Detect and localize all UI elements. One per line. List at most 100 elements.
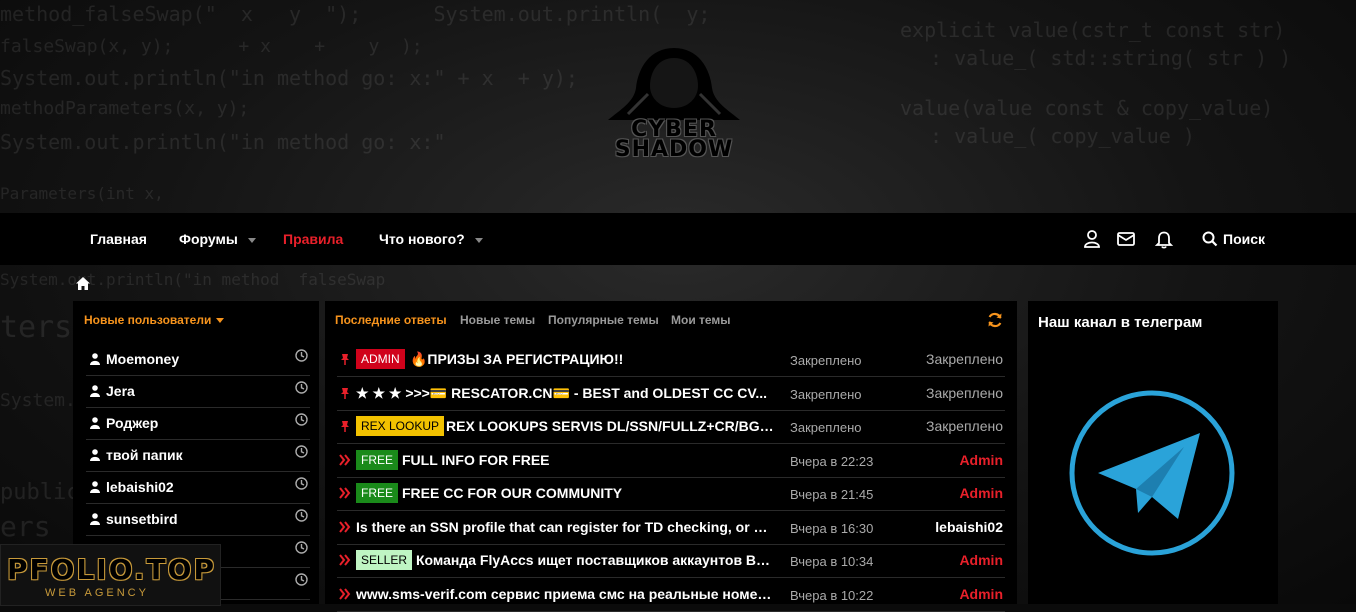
double-chevron-right-icon bbox=[339, 487, 351, 499]
new-users-dropdown[interactable]: Новые пользователи bbox=[84, 313, 225, 327]
hooded-figure-icon bbox=[608, 48, 740, 120]
bell-icon[interactable] bbox=[1154, 229, 1174, 249]
thread-prefix-badge[interactable]: FREE bbox=[356, 483, 399, 503]
user-icon bbox=[90, 449, 100, 461]
user-row[interactable]: твой папик bbox=[86, 439, 310, 472]
new-users-title: Новые пользователи bbox=[84, 313, 212, 327]
watermark-badge: PFOLIO.TOP WEB AGENCY bbox=[0, 544, 221, 606]
search-label: Поиск bbox=[1223, 231, 1266, 247]
thread-title[interactable]: FREE CC FOR OUR COMMUNITY bbox=[402, 485, 777, 501]
clock-icon bbox=[295, 573, 308, 586]
clock-icon bbox=[295, 541, 308, 554]
clock-icon bbox=[295, 509, 308, 522]
user-icon bbox=[90, 417, 100, 429]
tab-new-threads[interactable]: Новые темы bbox=[460, 313, 535, 327]
thread-last-poster[interactable]: Admin bbox=[959, 586, 1003, 602]
thread-last-poster[interactable]: Закреплено bbox=[926, 418, 1003, 434]
thread-last-poster[interactable]: Admin bbox=[959, 452, 1003, 468]
pin-icon bbox=[341, 387, 349, 399]
thread-prefix-badge[interactable]: FREE bbox=[356, 449, 399, 470]
thread-last-poster[interactable]: Admin bbox=[959, 552, 1003, 568]
nav-rules[interactable]: Правила bbox=[283, 213, 343, 265]
logo-line-2: SHADOW bbox=[614, 137, 734, 162]
search-button[interactable]: Поиск bbox=[1202, 213, 1265, 265]
thread-row[interactable]: www.sms-verif.com сервис приема смс на р… bbox=[337, 578, 1005, 612]
chevron-down-icon[interactable] bbox=[474, 237, 483, 243]
double-chevron-right-icon bbox=[339, 587, 351, 600]
user-name[interactable]: lebaishi02 bbox=[106, 479, 174, 495]
user-name[interactable]: sunsetbird bbox=[106, 511, 178, 527]
thread-prefix-badge[interactable]: ADMIN bbox=[356, 349, 405, 369]
user-row[interactable]: Роджер bbox=[86, 407, 310, 440]
chevron-down-icon[interactable] bbox=[247, 237, 256, 243]
thread-title[interactable]: 🔥ПРИЗЫ ЗА РЕГИСТРАЦИЮ!! bbox=[410, 351, 777, 368]
thread-row[interactable]: FREE FULL INFO FOR FREE Вчера в 22:23 Admin bbox=[337, 444, 1005, 478]
thread-prefix-badge[interactable]: SELLER bbox=[356, 550, 413, 570]
user-name[interactable]: Jera bbox=[106, 383, 135, 399]
search-icon bbox=[1202, 231, 1218, 247]
thread-last-poster[interactable]: Закреплено bbox=[926, 385, 1003, 401]
double-chevron-right-icon bbox=[339, 520, 351, 533]
tab-latest-replies[interactable]: Последние ответы bbox=[335, 313, 447, 327]
user-row[interactable]: Moemoney bbox=[86, 343, 310, 376]
thread-title[interactable]: Is there an SSN profile that can registe… bbox=[356, 519, 777, 535]
thread-date: Закреплено bbox=[790, 353, 862, 368]
user-name[interactable]: Moemoney bbox=[106, 351, 179, 367]
nav-whats-new[interactable]: Что нового? bbox=[379, 213, 483, 265]
user-icon[interactable] bbox=[1082, 229, 1102, 249]
thread-row[interactable]: REX LOOKUP REX LOOKUPS SERVIS DL/SSN/FULL… bbox=[337, 410, 1005, 444]
tab-my-threads[interactable]: Мои темы bbox=[671, 313, 731, 327]
watermark-subtitle: WEB AGENCY bbox=[45, 587, 149, 599]
double-chevron-right-icon bbox=[339, 554, 351, 566]
thread-last-poster[interactable]: lebaishi02 bbox=[935, 519, 1003, 535]
thread-row[interactable]: SELLER Команда FlyAccs ищет поставщиков а… bbox=[337, 544, 1005, 578]
chevron-down-icon bbox=[216, 318, 225, 324]
watermark-title: PFOLIO.TOP bbox=[7, 553, 216, 586]
thread-title[interactable]: FULL INFO FOR FREE bbox=[402, 452, 777, 468]
telegram-icon[interactable] bbox=[1068, 389, 1236, 557]
thread-date: Вчера в 10:22 bbox=[790, 587, 874, 603]
home-icon[interactable] bbox=[75, 276, 91, 291]
user-row[interactable]: Jera bbox=[86, 375, 310, 408]
telegram-panel: Наш канал в телеграм bbox=[1028, 301, 1278, 604]
user-name[interactable]: Роджер bbox=[106, 415, 158, 431]
double-chevron-right-icon bbox=[339, 453, 351, 466]
thread-row[interactable]: Is there an SSN profile that can registe… bbox=[337, 511, 1005, 545]
clock-icon bbox=[295, 381, 308, 394]
logo-text: CYBER SHADOW bbox=[598, 119, 750, 162]
user-icon bbox=[90, 481, 100, 493]
nav-forums[interactable]: Форумы bbox=[179, 213, 256, 265]
thread-date: Вчера в 21:45 bbox=[790, 487, 874, 502]
top-navigation: Главная Форумы Правила Что нового? Поиск bbox=[0, 213, 1356, 265]
refresh-icon[interactable] bbox=[987, 312, 1003, 328]
clock-icon bbox=[295, 445, 308, 458]
nav-forums-label: Форумы bbox=[179, 231, 238, 247]
clock-icon bbox=[295, 477, 308, 490]
thread-last-poster[interactable]: Закреплено bbox=[926, 351, 1003, 367]
thread-date: Вчера в 16:30 bbox=[790, 520, 874, 536]
tab-popular-threads[interactable]: Популярные темы bbox=[548, 313, 659, 327]
thread-title[interactable]: REX LOOKUPS SERVIS DL/SSN/FULLZ+CR/BG/D.… bbox=[446, 418, 777, 434]
thread-date: Закреплено bbox=[790, 420, 862, 435]
thread-title[interactable]: ★ ★ ★ >>>💳 RESCATOR.CN💳 - BEST and OLDES… bbox=[356, 385, 777, 402]
user-row[interactable]: sunsetbird bbox=[86, 503, 310, 536]
thread-prefix-badge[interactable]: REX LOOKUP bbox=[356, 416, 445, 436]
thread-date: Вчера в 10:34 bbox=[790, 554, 874, 569]
user-icon bbox=[90, 385, 100, 397]
thread-title[interactable]: Команда FlyAccs ищет поставщиков аккаунт… bbox=[416, 552, 777, 568]
pin-icon bbox=[341, 421, 349, 432]
thread-row[interactable]: FREE FREE CC FOR OUR COMMUNITY Вчера в 21:… bbox=[337, 477, 1005, 511]
user-name[interactable]: твой папик bbox=[106, 447, 183, 463]
thread-title[interactable]: www.sms-verif.com сервис приема смс на р… bbox=[356, 586, 777, 602]
thread-row[interactable]: ADMIN 🔥ПРИЗЫ ЗА РЕГИСТРАЦИЮ!! Закреплено За… bbox=[337, 343, 1005, 377]
latest-threads-panel: Последние ответы Новые темы Популярные т… bbox=[325, 301, 1017, 612]
thread-row[interactable]: ★ ★ ★ >>>💳 RESCATOR.CN💳 - BEST and OLDES… bbox=[337, 377, 1005, 411]
nav-home[interactable]: Главная bbox=[90, 213, 147, 265]
user-icon bbox=[90, 353, 100, 365]
user-row[interactable]: lebaishi02 bbox=[86, 471, 310, 504]
site-logo[interactable]: CYBER SHADOW bbox=[598, 44, 750, 164]
thread-last-poster[interactable]: Admin bbox=[959, 485, 1003, 501]
pin-icon bbox=[341, 354, 349, 365]
envelope-icon[interactable] bbox=[1116, 229, 1136, 249]
clock-icon bbox=[295, 349, 308, 362]
